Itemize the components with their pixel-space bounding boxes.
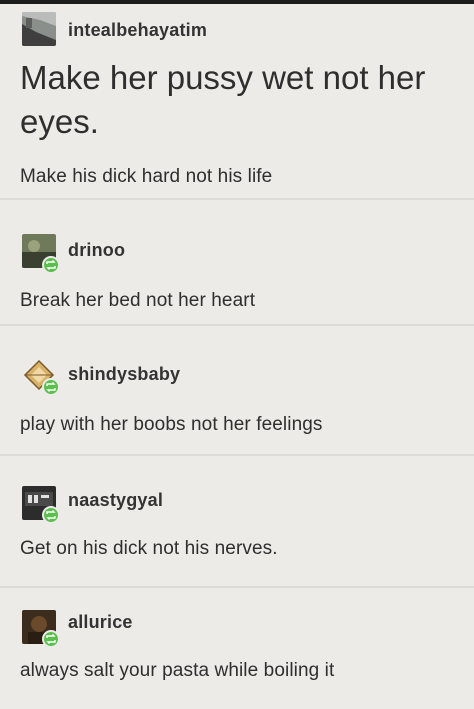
landscape-avatar-icon[interactable] [22,12,56,46]
reblog-icon [42,506,60,524]
reblog-icon [42,630,60,648]
reblog-username[interactable]: shindysbaby [68,364,180,385]
top-edge-bar [0,0,474,4]
reblog-username[interactable]: drinoo [68,240,125,261]
reblog-text: always salt your pasta while boiling it [20,660,335,681]
reblog-text: play with her boobs not her feelings [20,414,323,435]
post-body: Make his dick hard not his life [20,166,273,187]
reblog-entry: allurice always salt your pasta while bo… [0,588,474,709]
post-title: Make her pussy wet not her eyes. [20,59,426,140]
reblog-username[interactable]: allurice [68,612,133,633]
reblog-entry: shindysbaby play with her boobs not her … [0,326,474,454]
reblog-entry: drinoo Break her bed not her heart [0,200,474,324]
reblog-entry: naastygyal Get on his dick not his nerve… [0,456,474,586]
reblog-text: Break her bed not her heart [20,290,256,311]
reblog-username[interactable]: naastygyal [68,490,163,511]
original-post: intealbehayatim Make her pussy wet not h… [0,6,474,198]
reblog-text: Get on his dick not his nerves. [20,538,278,559]
reblog-icon [42,256,60,274]
post-username[interactable]: intealbehayatim [68,20,207,41]
reblog-icon [42,378,60,396]
